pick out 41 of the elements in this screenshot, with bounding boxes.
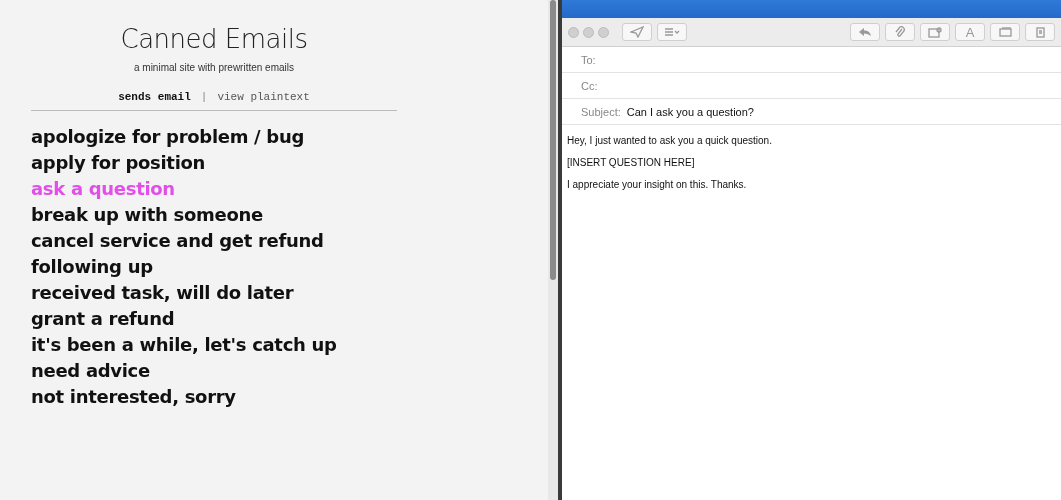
- site-title: Canned Emails: [119, 24, 309, 54]
- site-tagline: a minimal site with prewritten emails: [132, 62, 296, 73]
- template-link[interactable]: cancel service and get refund: [31, 230, 324, 251]
- reply-button[interactable]: [850, 23, 880, 41]
- template-link[interactable]: it's been a while, let's catch up: [31, 334, 337, 355]
- window-control[interactable]: [598, 26, 609, 38]
- template-link[interactable]: break up with someone: [31, 204, 263, 225]
- field-label: Cc:: [581, 79, 598, 92]
- template-link[interactable]: need advice: [31, 360, 150, 381]
- body-line: Hey, I just wanted to ask you a quick question.: [567, 134, 773, 147]
- window-control[interactable]: [583, 26, 594, 38]
- window-icon: [998, 27, 1012, 37]
- body-line: I appreciate your insight on this. Thanks.: [567, 178, 748, 191]
- template-link[interactable]: not interested, sorry: [31, 386, 236, 407]
- window-control[interactable]: [568, 26, 579, 38]
- template-link[interactable]: grant a refund: [31, 308, 175, 329]
- mode-link[interactable]: sends email: [118, 91, 191, 103]
- subject-value[interactable]: Can I ask you a question?: [626, 105, 754, 118]
- photo-icon: [928, 26, 942, 38]
- field-label: To:: [581, 53, 596, 66]
- scrollbar[interactable]: [548, 0, 558, 500]
- send-icon: [630, 26, 644, 38]
- list-button[interactable]: [657, 23, 687, 41]
- list-icon: [664, 28, 680, 36]
- field-label: Subject:: [581, 105, 621, 118]
- paperclip-icon: [895, 26, 905, 38]
- attach-button[interactable]: [885, 23, 915, 41]
- photo-button[interactable]: [920, 23, 950, 41]
- send-button[interactable]: [622, 23, 652, 41]
- note-button[interactable]: [1025, 23, 1055, 41]
- template-link[interactable]: received task, will do later: [31, 282, 294, 303]
- template-link[interactable]: apologize for problem / bug: [31, 126, 305, 147]
- note-icon: [1035, 26, 1045, 38]
- scrollbar-thumb[interactable]: [550, 0, 556, 280]
- mode-link[interactable]: view plaintext: [217, 91, 310, 103]
- body-line: [INSERT QUESTION HERE]: [567, 156, 696, 169]
- window-button[interactable]: [990, 23, 1020, 41]
- separator: |: [200, 91, 208, 103]
- template-link[interactable]: apply for position: [31, 152, 206, 173]
- reply-icon: [858, 27, 872, 37]
- template-link[interactable]: following up: [31, 256, 153, 277]
